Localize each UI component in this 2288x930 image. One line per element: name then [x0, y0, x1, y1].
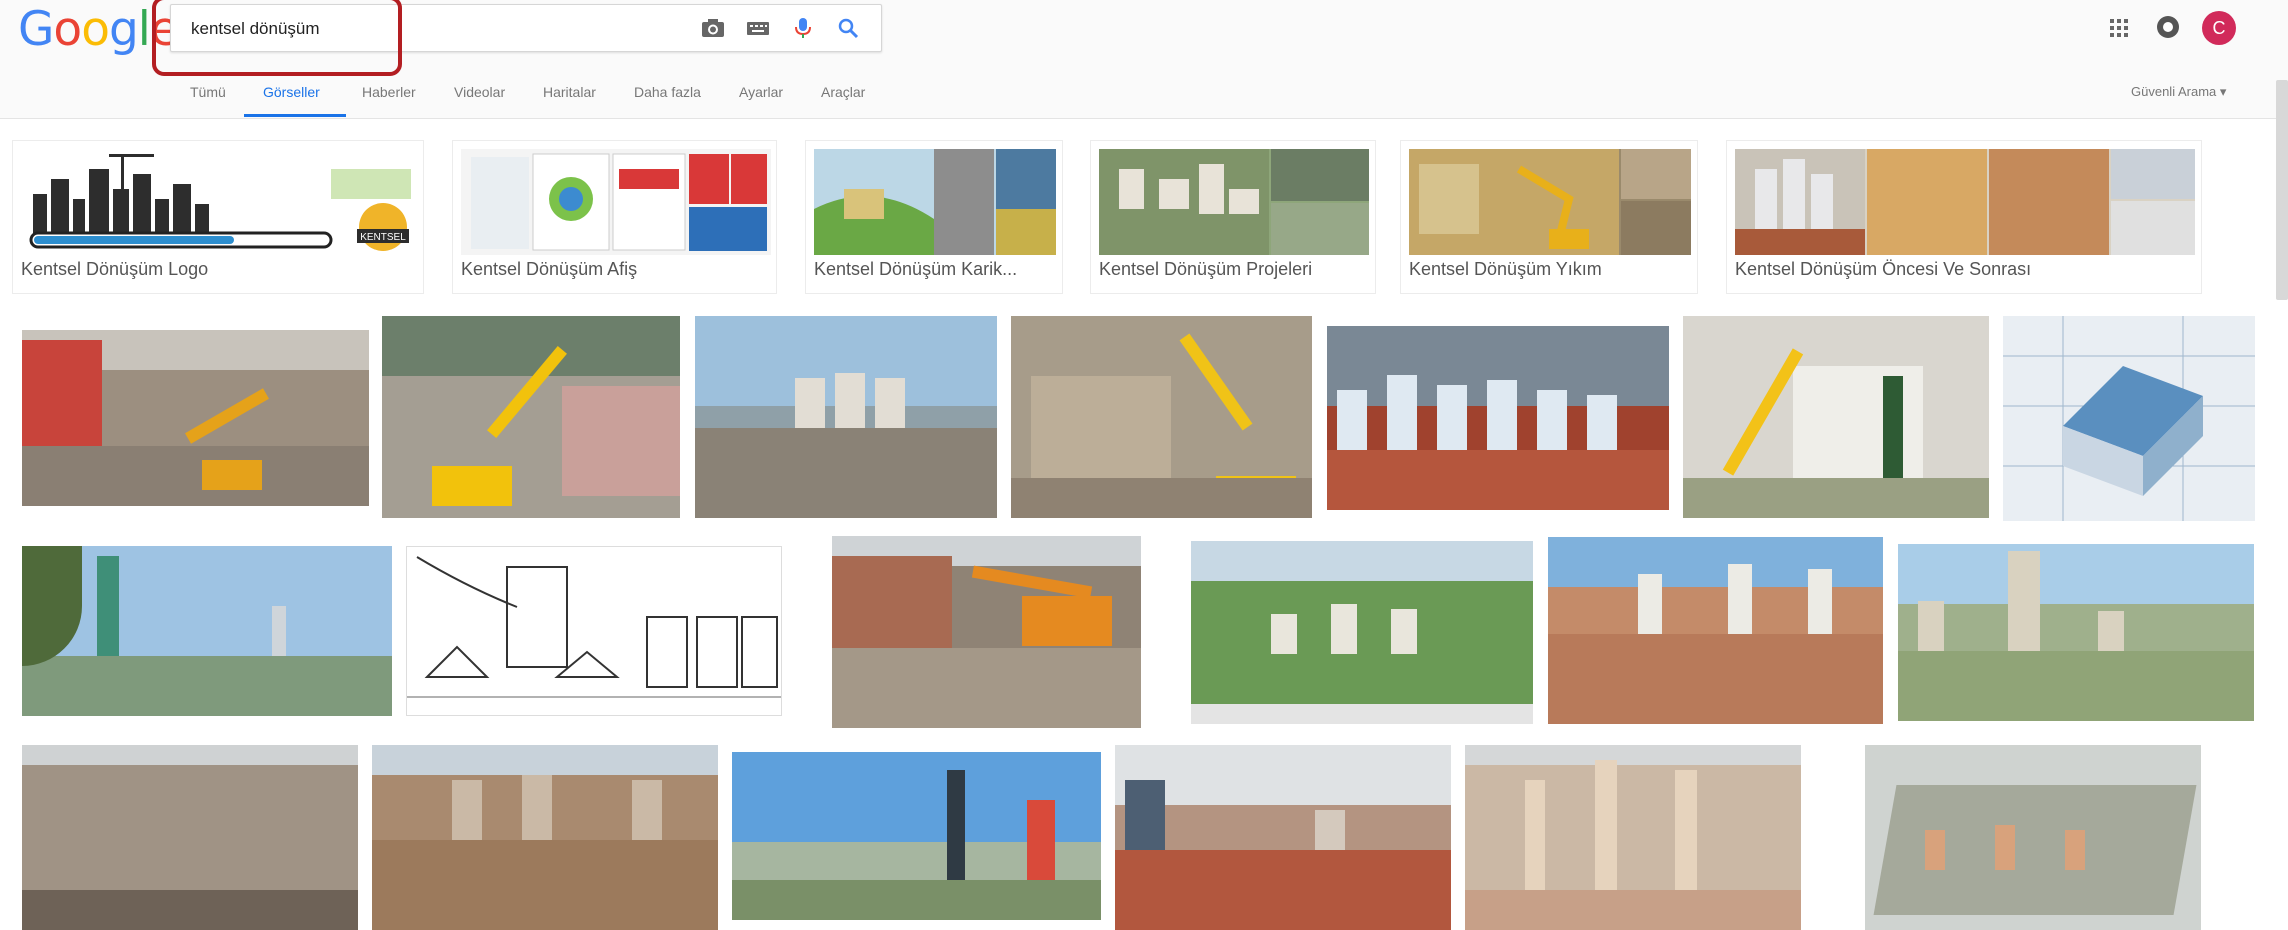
- caricature-sketch-graphic: [407, 547, 781, 715]
- image-result[interactable]: [1898, 544, 2254, 721]
- logo-letter: o: [81, 2, 110, 57]
- search-icon[interactable]: [836, 17, 860, 39]
- demolition-thumbnail: [1409, 149, 1691, 255]
- logo-letter: l: [137, 2, 151, 57]
- image-result[interactable]: [1865, 745, 2201, 930]
- image-result[interactable]: [2003, 316, 2255, 521]
- logo-letter: o: [53, 2, 82, 57]
- query-highlight-annotation: [152, 0, 402, 76]
- tab-settings[interactable]: Ayarlar: [739, 84, 783, 100]
- related-chip-poster[interactable]: Kentsel Dönüşüm Afiş: [452, 140, 777, 294]
- related-chip-demolition[interactable]: Kentsel Dönüşüm Yıkım: [1400, 140, 1698, 294]
- image-result[interactable]: [1327, 326, 1669, 510]
- kentsel-logo-thumbnail: KENTSEL: [21, 149, 417, 255]
- safe-search-toggle[interactable]: Güvenli Arama ▾: [2131, 84, 2226, 100]
- apps-grid-icon[interactable]: [2108, 17, 2130, 39]
- logo-letter: g: [108, 2, 139, 57]
- projects-thumbnail: [1099, 149, 1369, 255]
- image-result[interactable]: [1191, 541, 1533, 724]
- tab-images[interactable]: Görseller: [263, 84, 320, 100]
- image-result[interactable]: [22, 546, 392, 716]
- keyboard-icon[interactable]: [746, 17, 770, 39]
- logo-letter: G: [18, 2, 54, 57]
- tab-all[interactable]: Tümü: [190, 84, 226, 100]
- related-chip-projects[interactable]: Kentsel Dönüşüm Projeleri: [1090, 140, 1376, 294]
- microphone-icon[interactable]: [791, 17, 815, 39]
- image-result[interactable]: [1548, 537, 1883, 724]
- poster-thumbnail: [461, 149, 771, 255]
- image-result[interactable]: [1465, 745, 1801, 930]
- active-tab-indicator: [244, 114, 346, 117]
- related-chip-label: Kentsel Dönüşüm Öncesi Ve Sonrası: [1735, 259, 2032, 279]
- related-chip-logo[interactable]: KENTSEL Kentsel Dönüşüm Logo: [12, 140, 424, 294]
- tab-videos[interactable]: Videolar: [454, 84, 505, 100]
- camera-icon[interactable]: [701, 17, 725, 39]
- related-chip-label: Kentsel Dönüşüm Afiş: [461, 259, 638, 279]
- page-scrollbar[interactable]: [2276, 80, 2288, 300]
- caricature-thumbnail: [814, 149, 1056, 255]
- tab-more[interactable]: Daha fazla: [634, 84, 701, 100]
- logo-badge-text: KENTSEL: [360, 232, 406, 243]
- related-chip-label: Kentsel Dönüşüm Karik...: [814, 259, 1018, 279]
- tab-news[interactable]: Haberler: [362, 84, 416, 100]
- image-result[interactable]: [732, 752, 1101, 920]
- related-chip-caricature[interactable]: Kentsel Dönüşüm Karik...: [805, 140, 1063, 294]
- house-blueprint-graphic: [2003, 316, 2255, 521]
- image-result[interactable]: [1683, 316, 1989, 518]
- top-bar: Google kentsel dönüşüm C Tümü Görseller …: [0, 0, 2288, 119]
- image-result[interactable]: [382, 316, 680, 518]
- related-chip-label: Kentsel Dönüşüm Logo: [21, 259, 209, 279]
- image-result[interactable]: [406, 546, 782, 716]
- search-tabs: Tümü Görseller Haberler Videolar Harital…: [0, 80, 1200, 118]
- image-result[interactable]: [695, 316, 997, 518]
- image-result[interactable]: [22, 745, 358, 930]
- notifications-icon[interactable]: [2156, 15, 2180, 39]
- image-result[interactable]: [1011, 316, 1312, 518]
- image-result[interactable]: [1115, 745, 1451, 930]
- image-result[interactable]: [372, 745, 718, 930]
- image-result[interactable]: [22, 330, 369, 506]
- related-chip-label: Kentsel Dönüşüm Yıkım: [1409, 259, 1602, 279]
- related-chip-label: Kentsel Dönüşüm Projeleri: [1099, 259, 1313, 279]
- tab-tools[interactable]: Araçlar: [821, 84, 865, 100]
- avatar[interactable]: C: [2202, 11, 2236, 45]
- tab-maps[interactable]: Haritalar: [543, 84, 596, 100]
- related-chip-before-after[interactable]: Kentsel Dönüşüm Öncesi Ve Sonrası: [1726, 140, 2202, 294]
- before-after-thumbnail: [1735, 149, 2195, 255]
- image-result[interactable]: [832, 536, 1141, 728]
